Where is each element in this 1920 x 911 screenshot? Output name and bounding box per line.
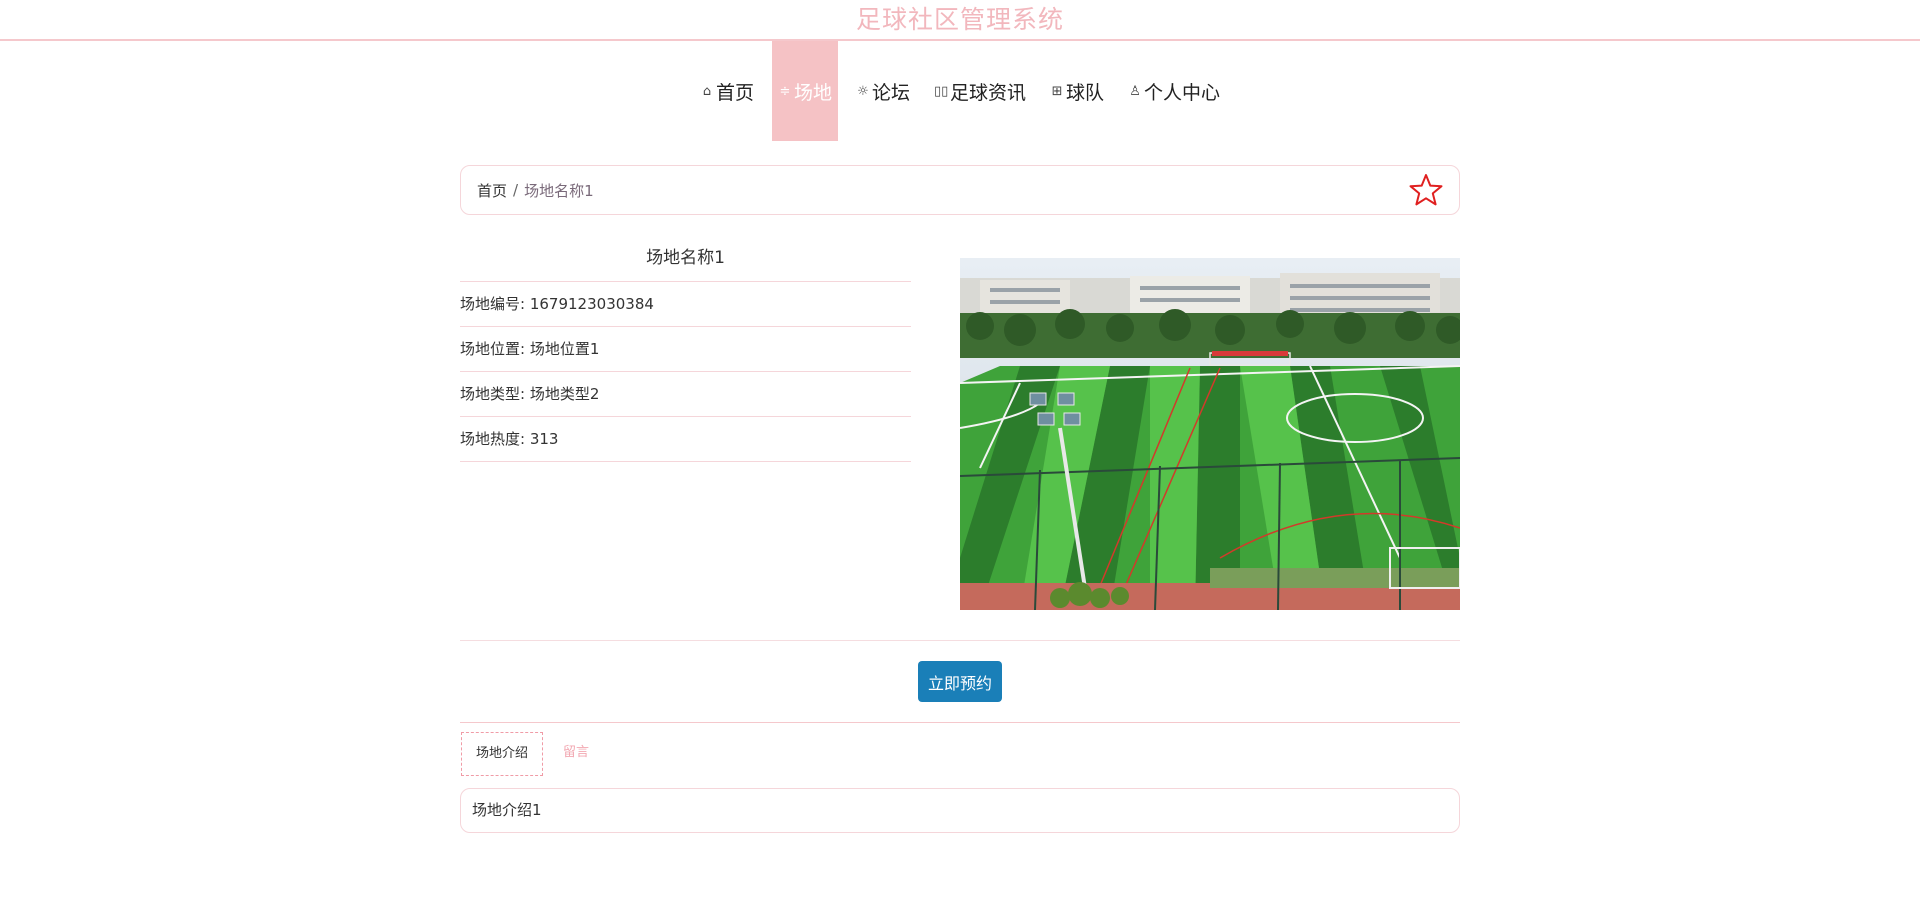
nav-label-user: 个人中心 [1144, 81, 1221, 104]
nav-label-field: 场地 [793, 81, 832, 104]
nav-item-forum[interactable]: ☼ 论坛 [850, 41, 916, 141]
field-type-label: 场地类型 [460, 385, 521, 403]
site-title: 足球社区管理系统 [855, 5, 1064, 34]
field-type-row: 场地类型: 场地类型2 [460, 372, 911, 417]
field-heat-label: 场地热度 [460, 430, 521, 448]
detail-tabs: 场地介绍 留言 [461, 732, 609, 776]
site-header: 足球社区管理系统 [0, 0, 1920, 41]
nav-label-news: 足球资讯 [950, 81, 1027, 104]
field-location-row: 场地位置: 场地位置1 [460, 327, 911, 372]
home-icon: ⌂ [702, 83, 712, 99]
nav-item-home[interactable]: ⌂ 首页 [694, 41, 760, 141]
nav-item-team[interactable]: ⊞ 球队 [1044, 41, 1110, 141]
nav-item-field[interactable]: ≑ 场地 [771, 41, 838, 141]
nav-label-home: 首页 [715, 81, 754, 104]
tab-comments[interactable]: 留言 [549, 732, 603, 776]
field-photo [960, 258, 1460, 610]
breadcrumb-separator: / [513, 181, 519, 199]
field-intro-content: 场地介绍1 [460, 788, 1460, 833]
team-icon: ⊞ [1051, 83, 1063, 99]
field-name: 场地名称1 [460, 240, 911, 282]
field-heat-value: 313 [529, 430, 559, 448]
tab-field-intro[interactable]: 场地介绍 [461, 732, 544, 776]
nav-item-user[interactable]: ♙ 个人中心 [1122, 41, 1226, 141]
nav-item-news[interactable]: ▯▯ 足球资讯 [928, 41, 1032, 141]
field-detail: 场地名称1 场地编号: 1679123030384 场地位置: 场地位置1 场地… [460, 240, 911, 462]
user-icon: ♙ [1129, 83, 1141, 99]
breadcrumb: 首页 / 场地名称1 [460, 165, 1460, 215]
field-photo-image [960, 258, 1460, 610]
nav-label-team: 球队 [1066, 81, 1105, 104]
field-icon: ≑ [779, 83, 791, 99]
field-location-value: 场地位置1 [529, 340, 600, 358]
favorite-star-icon[interactable] [1409, 173, 1443, 207]
divider [460, 640, 1460, 641]
field-location-label: 场地位置 [460, 340, 521, 358]
field-number-label: 场地编号 [460, 295, 521, 313]
main-nav: ⌂ 首页 ≑ 场地 ☼ 论坛 ▯▯ 足球资讯 ⊞ 球队 ♙ 个人中心 [0, 41, 1920, 141]
field-type-value: 场地类型2 [529, 385, 600, 403]
field-number-value: 1679123030384 [529, 295, 654, 313]
forum-icon: ☼ [857, 83, 869, 99]
news-icon: ▯▯ [934, 83, 949, 99]
breadcrumb-home[interactable]: 首页 [477, 180, 507, 201]
field-number-row: 场地编号: 1679123030384 [460, 282, 911, 327]
field-heat-row: 场地热度: 313 [460, 417, 911, 462]
breadcrumb-current: 场地名称1 [524, 181, 594, 200]
book-now-button[interactable]: 立即预约 [918, 661, 1002, 702]
nav-label-forum: 论坛 [871, 81, 910, 104]
divider [460, 722, 1460, 723]
